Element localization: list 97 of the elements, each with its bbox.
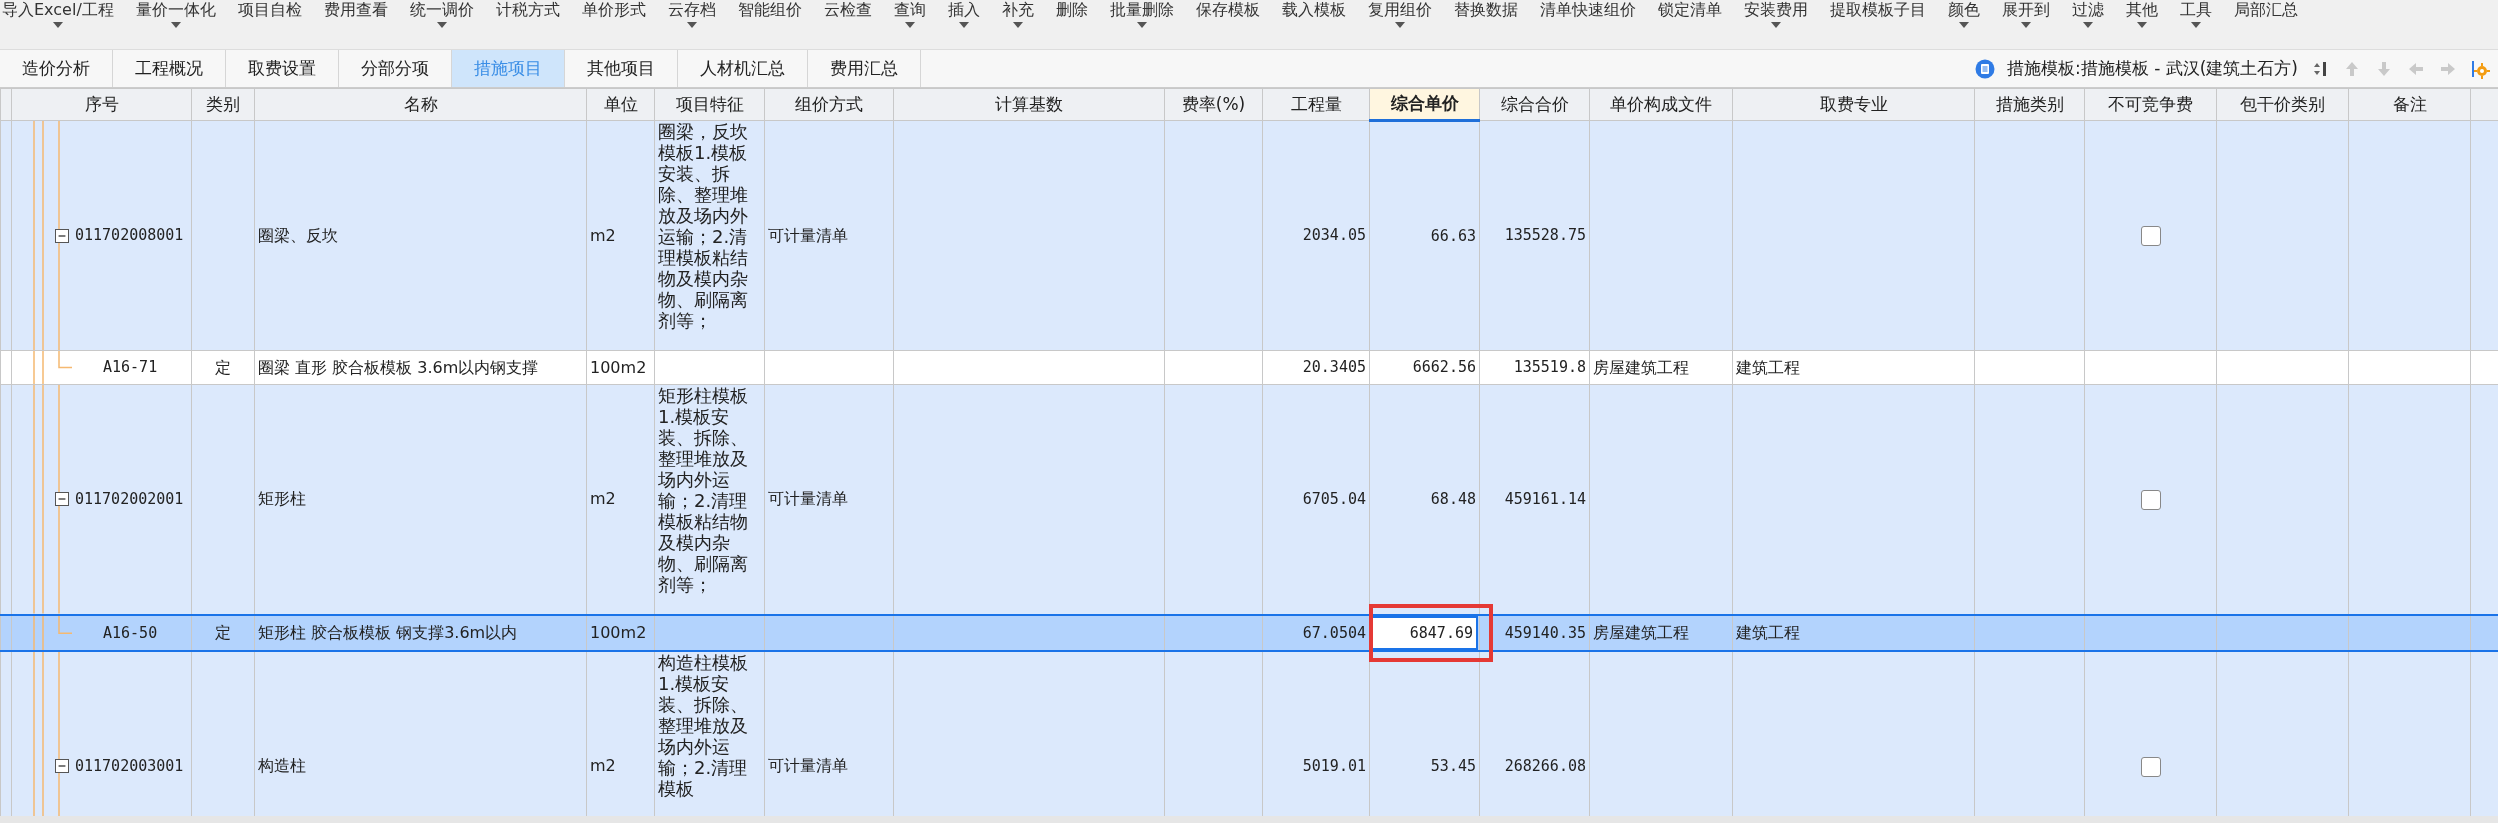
table-cell: m2 — [586, 651, 655, 816]
toolbar-button[interactable]: 量价一体化 — [135, 0, 216, 28]
table-cell: 房屋建筑工程 — [1589, 614, 1733, 651]
column-header[interactable]: 工程量 — [1262, 88, 1370, 121]
table-cell: 53.45 — [1369, 651, 1480, 816]
toolbar-button[interactable]: 工具 — [2179, 0, 2212, 28]
item-code: 011702008001 — [75, 225, 184, 247]
toolbar-button[interactable]: 保存模板 — [1195, 0, 1260, 19]
table-cell: 459161.14 — [1479, 384, 1590, 615]
collapse-toggle[interactable] — [55, 759, 69, 774]
table-cell: 100m2 — [586, 350, 655, 385]
column-header[interactable]: 综合合价 — [1479, 88, 1590, 121]
table-cell: 268266.08 — [1479, 651, 1590, 816]
table-cell: 6662.56 — [1369, 350, 1480, 385]
column-header[interactable]: 类别 — [191, 88, 255, 121]
column-header[interactable]: 不可竞争费 — [2084, 88, 2217, 121]
column-header[interactable]: 综合单价 — [1369, 88, 1480, 121]
table-cell: 100m2 — [586, 614, 655, 651]
toolbar-button[interactable]: 批量删除 — [1109, 0, 1174, 28]
table-cell: 构造柱 — [254, 651, 587, 816]
toolbar-button[interactable]: 统一调价 — [409, 0, 474, 28]
checkbox[interactable] — [2140, 489, 2161, 510]
collapse-toggle[interactable] — [55, 492, 69, 507]
item-code: A16-71 — [103, 357, 158, 379]
toolbar-button[interactable]: 导入Excel/工程 — [2, 0, 114, 28]
toolbar-button[interactable]: 局部汇总 — [2233, 0, 2298, 19]
column-header[interactable]: 包干价类别 — [2216, 88, 2349, 121]
toolbar-button[interactable]: 锁定清单 — [1657, 0, 1722, 19]
column-header[interactable]: 组价方式 — [764, 88, 894, 121]
column-header[interactable]: 项目特征 — [654, 88, 765, 121]
toolbar-button[interactable]: 颜色 — [1947, 0, 1980, 28]
gear-icon[interactable] — [2470, 58, 2490, 79]
table-cell: 矩形柱模板1.模板安装、拆除、整理堆放及场内外运输；2.清理模板粘结物及模内杂物、刷隔离剂等； — [654, 384, 765, 615]
table-cell: 定 — [191, 614, 255, 651]
toolbar-button[interactable]: 单价形式 — [581, 0, 646, 19]
column-header[interactable]: 备注 — [2348, 88, 2471, 121]
toolbar-button[interactable]: 删除 — [1055, 0, 1088, 19]
toolbar-button[interactable]: 插入 — [947, 0, 980, 28]
column-header[interactable]: 单位 — [586, 88, 655, 121]
toolbar-button[interactable]: 展开到 — [2001, 0, 2050, 28]
toolbar-button[interactable]: 费用查看 — [323, 0, 388, 19]
table-cell: 459140.35 — [1479, 614, 1590, 651]
toolbar-button[interactable]: 云检查 — [823, 0, 872, 19]
document-icon — [1975, 58, 1996, 79]
table-cell: 圈梁、反坎 — [254, 120, 587, 351]
table-cell: 66.63 — [1369, 120, 1480, 351]
table-cell: 5019.01 — [1262, 651, 1370, 816]
column-header[interactable]: 单价构成文件 — [1589, 88, 1733, 121]
column-header[interactable]: 序号 — [11, 88, 192, 121]
table-cell: 房屋建筑工程 — [1589, 350, 1733, 385]
column-header[interactable]: 措施类别 — [1974, 88, 2085, 121]
toolbar-button[interactable]: 查询 — [893, 0, 926, 28]
table-cell: 67.0504 — [1262, 614, 1370, 651]
toolbar-button[interactable]: 补充 — [1001, 0, 1034, 28]
table-cell: 构造柱模板1.模板安装、拆除、整理堆放及场内外运输；2.清理模板 — [654, 651, 765, 816]
editing-cell[interactable]: 6847.69 — [1371, 615, 1478, 650]
column-header[interactable]: 名称 — [254, 88, 587, 121]
table-cell: 矩形柱 胶合板模板 钢支撑3.6m以内 — [254, 614, 587, 651]
toolbar-button[interactable]: 安装费用 — [1743, 0, 1808, 28]
toolbar-button[interactable]: 清单快速组价 — [1539, 0, 1636, 19]
table-cell: 2034.05 — [1262, 120, 1370, 351]
toolbar-button[interactable]: 计税方式 — [495, 0, 560, 19]
table-cell: 135528.75 — [1479, 120, 1590, 351]
table-cell: m2 — [586, 120, 655, 351]
table-cell: 圈梁，反坎模板1.模板安装、拆除、整理堆放及场内外运输；2.清理模板粘结物及模内杂物、刷隔离剂等； — [654, 120, 765, 351]
toolbar-button[interactable]: 提取模板子目 — [1829, 0, 1926, 19]
collapse-toggle[interactable] — [55, 228, 69, 243]
table-cell: 20.3405 — [1262, 350, 1370, 385]
table-cell: 圈梁 直形 胶合板模板 3.6m以内钢支撑 — [254, 350, 587, 385]
table-cell: 6705.04 — [1262, 384, 1370, 615]
toolbar-button[interactable]: 过滤 — [2071, 0, 2104, 28]
checkbox[interactable] — [2140, 226, 2161, 246]
checkbox[interactable] — [2140, 756, 2161, 777]
table-cell: 建筑工程 — [1732, 350, 1975, 385]
table-cell: 可计量清单 — [764, 384, 894, 615]
table-cell: 135519.8 — [1479, 350, 1590, 385]
toolbar-button[interactable]: 复用组价 — [1367, 0, 1432, 28]
table-cell: 矩形柱 — [254, 384, 587, 615]
toolbar-button[interactable]: 项目自检 — [237, 0, 302, 19]
toolbar-button[interactable]: 云存档 — [667, 0, 716, 28]
table-cell: 可计量清单 — [764, 120, 894, 351]
column-header[interactable]: 计算基数 — [893, 88, 1165, 121]
table-cell: m2 — [586, 384, 655, 615]
toolbar-button[interactable]: 其他 — [2125, 0, 2158, 28]
table-cell: 建筑工程 — [1732, 614, 1975, 651]
table-cell: 68.48 — [1369, 384, 1480, 615]
template-selector[interactable]: 措施模板:措施模板 - 武汉(建筑土石方) — [2007, 55, 2298, 82]
toolbar-button[interactable]: 载入模板 — [1281, 0, 1346, 19]
table-cell: 可计量清单 — [764, 651, 894, 816]
item-code: 011702003001 — [75, 756, 184, 777]
toolbar-button[interactable]: 替换数据 — [1453, 0, 1518, 19]
column-header[interactable]: 费率(%) — [1164, 88, 1263, 121]
item-code: 011702002001 — [75, 489, 184, 510]
item-code: A16-50 — [103, 622, 158, 644]
column-header[interactable]: 取费专业 — [1732, 88, 1975, 121]
table-cell: 定 — [191, 350, 255, 385]
toolbar-button[interactable]: 智能组价 — [737, 0, 802, 19]
